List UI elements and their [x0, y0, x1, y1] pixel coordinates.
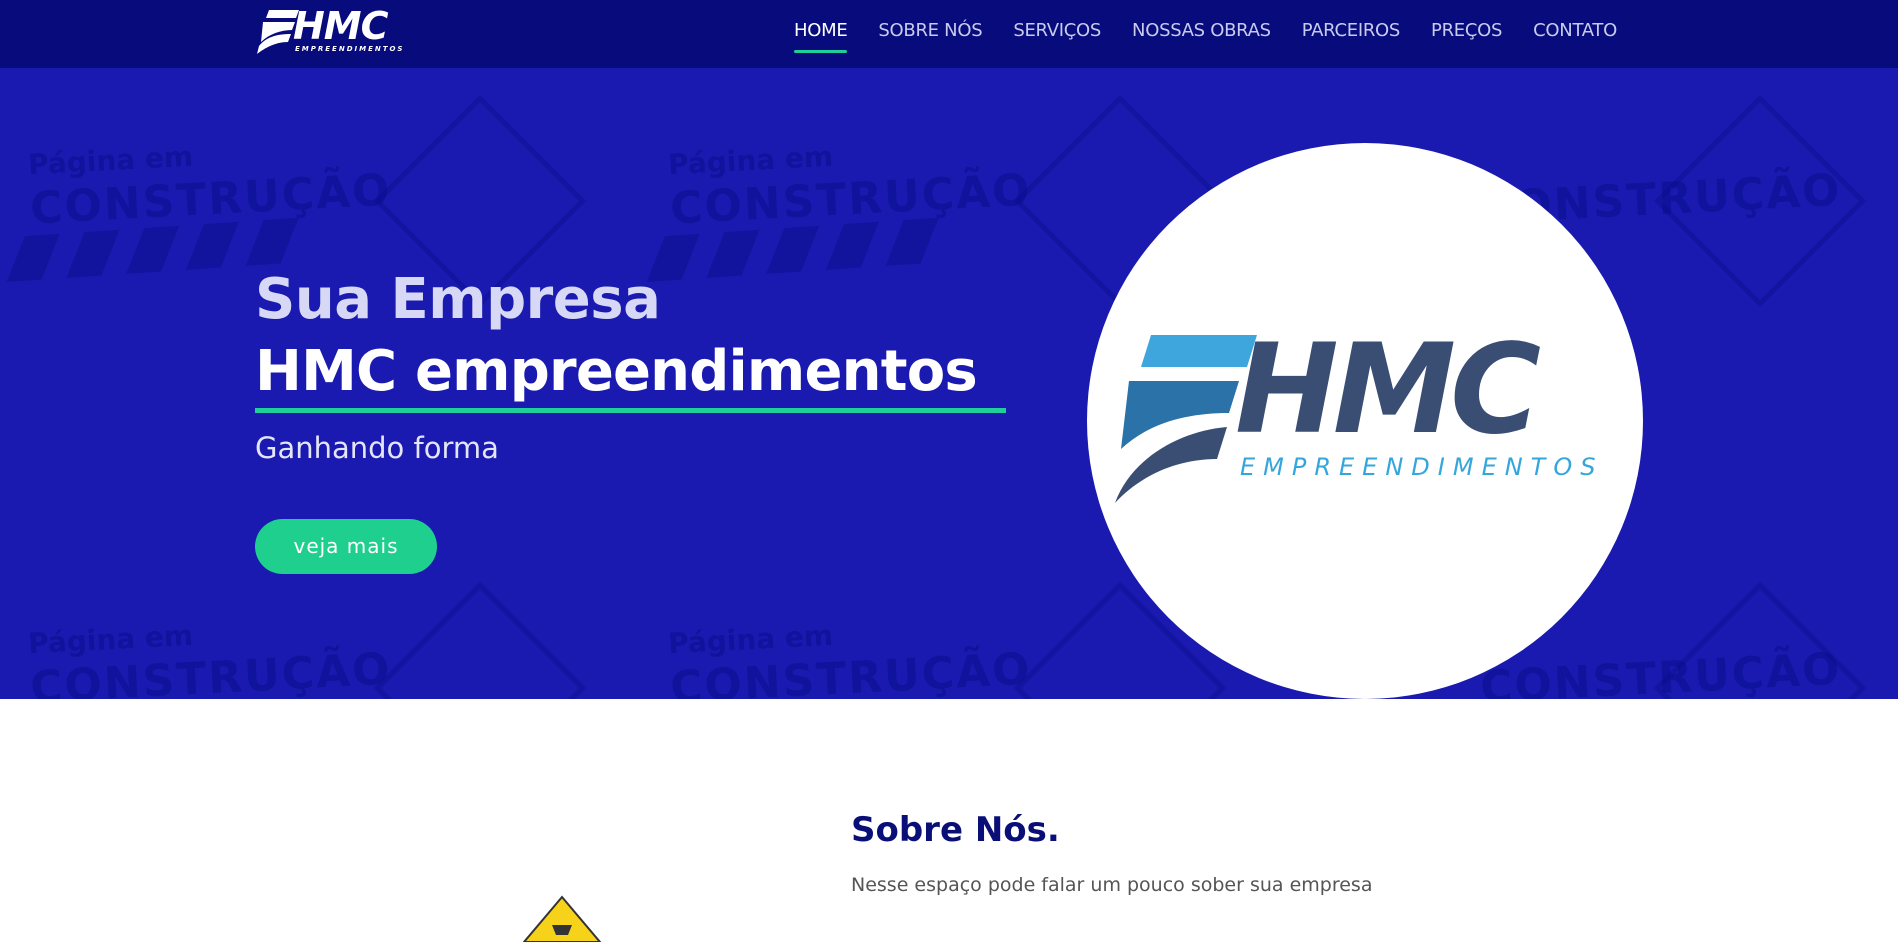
worker-sign-icon — [1653, 94, 1867, 308]
nav-item-parceiros[interactable]: PARCEIROS — [1302, 0, 1401, 62]
nav-item-home[interactable]: HOME — [794, 0, 848, 62]
nav-item-servicos[interactable]: SERVIÇOS — [1013, 0, 1101, 62]
hero-section: Página em CONSTRUÇÃO Página em CONSTRUÇÃ… — [0, 68, 1898, 699]
nav-item-precos[interactable]: PREÇOS — [1431, 0, 1502, 62]
hero-title-line2: HMC empreendimentos — [255, 339, 978, 404]
top-navbar: HMC EMPREENDIMENTOS HOME SOBRE NÓS SERVI… — [0, 0, 1898, 68]
main-nav: HOME SOBRE NÓS SERVIÇOS NOSSAS OBRAS PAR… — [794, 0, 1648, 62]
watermark-text: Página em — [667, 618, 834, 661]
brand-logo-subtext: EMPREENDIMENTOS — [295, 45, 405, 53]
watermark-text: Página em — [27, 618, 194, 661]
worker-sign-icon — [373, 581, 587, 699]
hero-logo-subtext: EMPREENDIMENTOS — [1240, 453, 1604, 481]
construction-illustration — [522, 895, 602, 942]
watermark-text: Página em — [27, 139, 194, 182]
hero-subtitle: Ganhando forma — [255, 431, 499, 465]
nav-item-sobre-nos[interactable]: SOBRE NÓS — [878, 0, 982, 62]
about-text: Nesse espaço pode falar um pouco sober s… — [851, 874, 1373, 896]
hmc-logo: HMC EMPREENDIMENTOS — [1107, 318, 1637, 513]
worker-sign-icon — [1653, 581, 1867, 699]
nav-item-nossas-obras[interactable]: NOSSAS OBRAS — [1132, 0, 1271, 62]
brand-logo-text: HMC — [293, 4, 389, 48]
warning-sign-icon — [522, 895, 602, 942]
hero-logo-circle: HMC EMPREENDIMENTOS — [1087, 143, 1643, 699]
brand-logo[interactable]: HMC EMPREENDIMENTOS — [255, 4, 410, 56]
hero-logo-text: HMC — [1235, 318, 1541, 462]
nav-item-contato[interactable]: CONTATO — [1533, 0, 1617, 62]
watermark-text: Página em — [667, 139, 834, 182]
hero-title-underline — [255, 408, 1006, 413]
veja-mais-button[interactable]: veja mais — [255, 519, 437, 574]
hero-title-line1: Sua Empresa — [255, 267, 661, 332]
about-title: Sobre Nós. — [851, 810, 1060, 850]
